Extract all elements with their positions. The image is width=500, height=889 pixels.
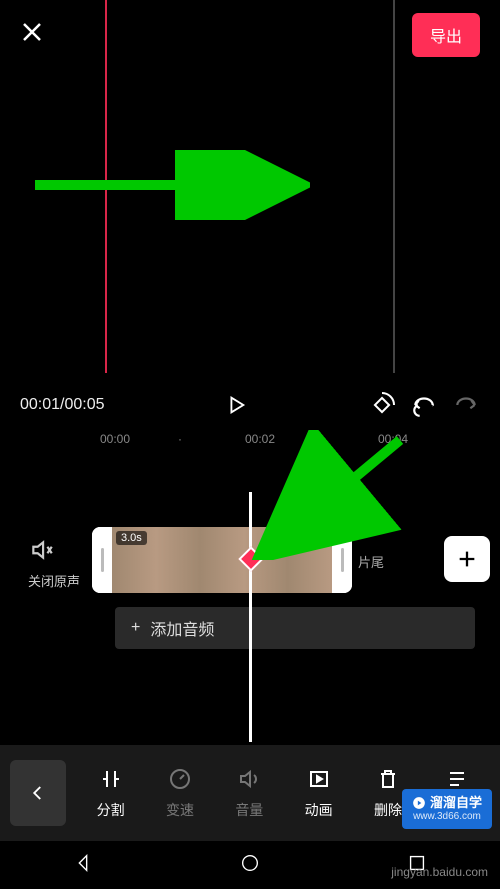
plus-icon: + [131,619,140,637]
tick-label: 00:00 [100,432,130,446]
undo-button[interactable] [410,391,438,419]
split-icon [98,766,124,792]
close-button[interactable] [20,19,44,51]
footer-url: jingyan.baidu.com [391,865,488,879]
add-audio-button[interactable]: + 添加音频 [115,607,475,649]
nav-home-button[interactable] [239,852,261,879]
volume-icon [236,766,262,792]
tool-speed[interactable]: 变速 [147,766,212,820]
add-audio-label: 添加音频 [150,616,214,640]
tick-label: 00:04 [378,432,408,446]
mute-icon[interactable] [28,537,56,565]
video-clip[interactable]: 3.0s [92,527,352,593]
clip-thumbnails[interactable]: 3.0s [112,527,332,593]
nav-back-button[interactable] [72,852,94,879]
video-preview[interactable] [105,0,395,373]
speed-icon [167,766,193,792]
timeline-ruler[interactable]: 00:00 · 00:02 · 00:04 [0,430,500,452]
redo-button[interactable] [452,391,480,419]
delete-icon [375,766,401,792]
edit-icon [444,766,470,792]
playhead[interactable] [249,492,252,742]
add-clip-button[interactable] [444,536,490,582]
time-display: 00:01/00:05 [20,396,105,414]
clip-trim-left[interactable] [92,527,112,593]
tail-label: 片尾 [358,552,384,571]
animation-icon [306,766,332,792]
tool-label: 删除 [374,800,402,820]
tick-dot: · [320,432,324,446]
clip-duration-badge: 3.0s [116,531,147,545]
clip-trim-right[interactable] [332,527,352,593]
tool-label: 动画 [305,800,333,820]
tool-split[interactable]: 分割 [78,766,143,820]
keyframe-toggle-button[interactable] [368,391,396,419]
tool-animation[interactable]: 动画 [286,766,351,820]
play-button[interactable] [222,391,250,419]
tool-label: 变速 [166,800,194,820]
tools-back-button[interactable] [10,760,66,826]
tool-label: 音量 [235,800,263,820]
tick-dot: · [178,432,182,446]
watermark-badge: 溜溜自学 www.3d66.com [402,789,492,829]
tick-label: 00:02 [245,432,275,446]
tool-label: 分割 [97,800,125,820]
export-button[interactable]: 导出 [412,13,480,57]
tool-volume[interactable]: 音量 [217,766,282,820]
mute-label: 关闭原声 [28,571,80,590]
